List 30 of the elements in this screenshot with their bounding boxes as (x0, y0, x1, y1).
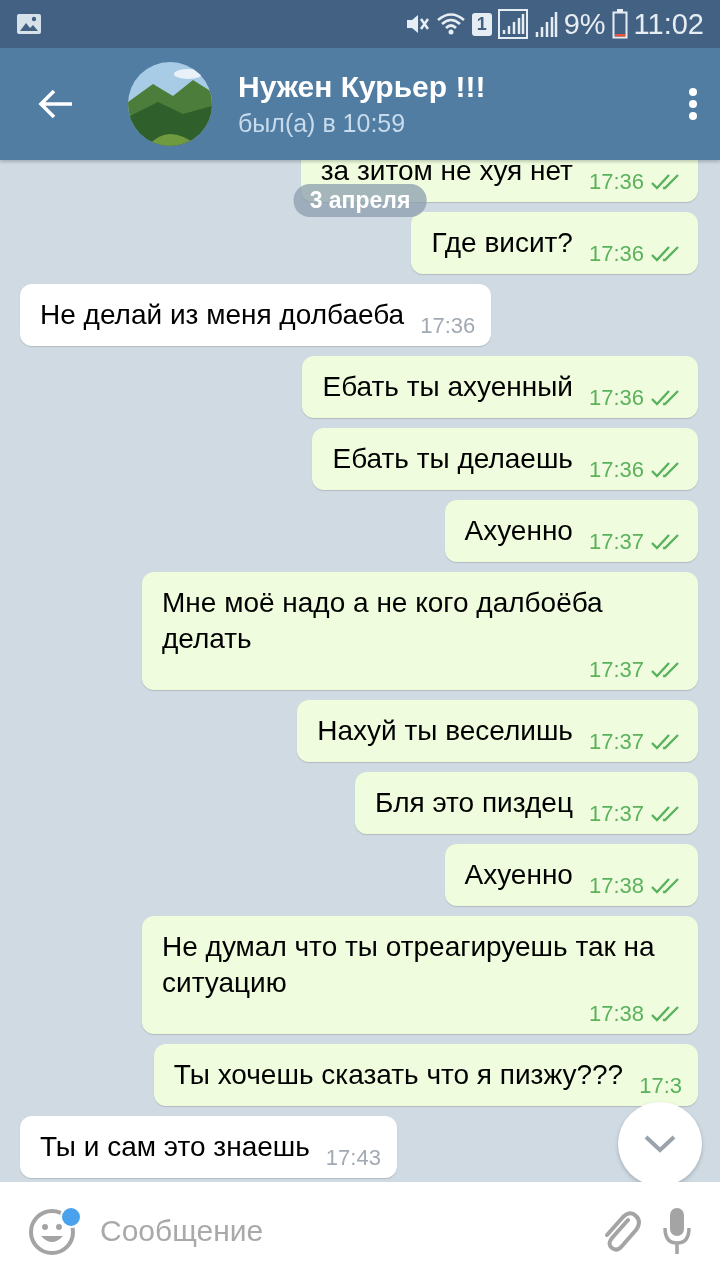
chevron-down-icon (643, 1134, 677, 1154)
date-chip: 3 апреля (293, 184, 427, 217)
microphone-icon[interactable] (662, 1206, 692, 1256)
signal-icon (533, 10, 558, 38)
outgoing-message[interactable]: Ахуенно 17:37 (444, 500, 698, 562)
outgoing-message[interactable]: Ебать ты ахуенный 17:36 (302, 356, 698, 418)
back-arrow-icon[interactable] (38, 88, 74, 120)
sim-badge: 1 (471, 12, 492, 36)
outgoing-message[interactable]: Ебать ты делаешь 17:36 (312, 428, 698, 490)
incoming-message[interactable]: Не делай из меня долбаеба 17:36 (20, 284, 492, 346)
incoming-message[interactable]: Ты и сам это знаешь 17:43 (20, 1116, 397, 1178)
outgoing-message[interactable]: Мне моё надо а не кого далбоёба делать 17:37 (142, 572, 698, 690)
last-seen-text: был(а) в 10:59 (238, 108, 407, 139)
outgoing-message[interactable]: Ахуенно 17:38 (444, 844, 698, 906)
wifi-icon (435, 11, 466, 37)
outgoing-message[interactable]: Нахуй ты веселишь 17:37 (297, 700, 698, 762)
more-options-icon[interactable] (688, 87, 698, 121)
clock: 11:02 (633, 7, 704, 41)
scroll-down-button[interactable] (618, 1102, 702, 1182)
outgoing-message[interactable]: Бля это пиздец 17:37 (355, 772, 698, 834)
outgoing-message[interactable]: Не думал что ты отреагируешь так на ситуацию 17:38 (142, 916, 698, 1034)
signal-icon (497, 9, 528, 39)
outgoing-message[interactable]: Где висит? 17:36 (411, 212, 698, 274)
chat-title: Нужен Курьер !!! (238, 69, 487, 105)
battery-icon (611, 9, 628, 39)
image-icon (16, 12, 42, 36)
message-input[interactable]: Сообщение (98, 1213, 578, 1249)
outgoing-message[interactable]: Ты хочешь сказать что я пизжу??? 17:3 (153, 1044, 698, 1106)
battery-percent: 9% (563, 7, 606, 41)
emoji-icon[interactable] (28, 1206, 78, 1256)
